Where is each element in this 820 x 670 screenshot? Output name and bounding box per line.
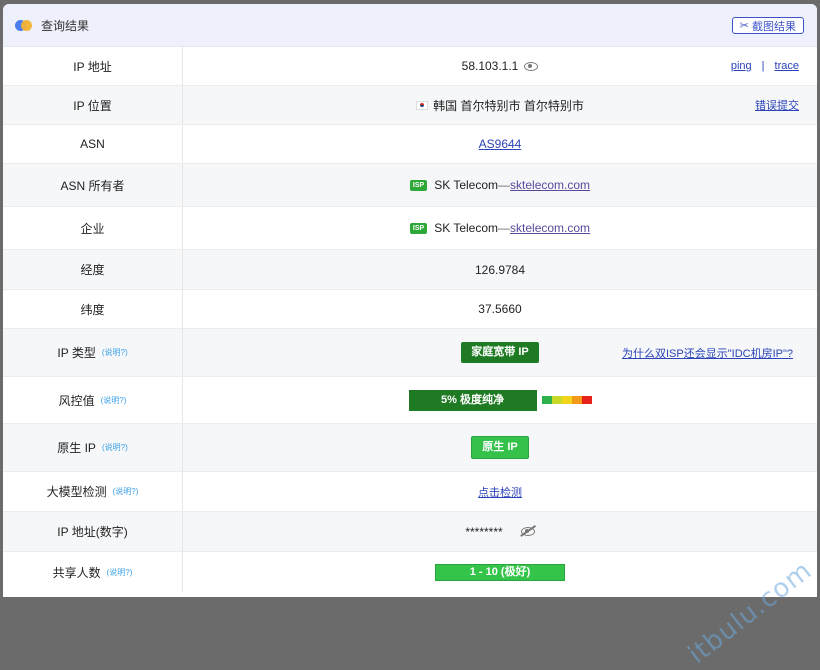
help-link[interactable]: (说明?)	[101, 395, 127, 406]
llm-detect-link[interactable]: 点击检测	[478, 484, 522, 500]
row-llm-detect: 大模型检测 (说明?) 点击检测	[3, 472, 817, 512]
row-label: 纬度	[3, 290, 183, 328]
header-title: 查询结果	[41, 18, 90, 33]
shared-users-badge: 1 - 10 (极好)	[435, 563, 565, 581]
link-separator: |	[761, 60, 765, 72]
row-shared-users: 共享人数 (说明?) 1 - 10 (极好)	[3, 552, 817, 592]
row-label: 风控值	[58, 393, 95, 408]
logo-icon	[15, 18, 33, 32]
scale-segment	[571, 396, 582, 404]
row-latitude: 纬度 37.5660	[3, 290, 817, 329]
dash: —	[498, 178, 511, 192]
ip-value: 58.103.1.1	[461, 59, 519, 73]
row-label: IP 位置	[3, 86, 183, 124]
row-asn-owner: ASN 所有者 ISP SK Telecom — sktelecom.com	[3, 164, 817, 207]
ping-link[interactable]: ping	[731, 60, 752, 72]
trace-link[interactable]: trace	[775, 60, 799, 72]
row-label: 经度	[3, 250, 183, 289]
dash: —	[498, 221, 511, 235]
risk-value: 5% 极度纯净	[408, 389, 537, 411]
screenshot-button-label: 截图结果	[752, 20, 796, 33]
result-header: 查询结果 ✂ 截图结果	[3, 4, 817, 47]
row-label: IP 地址(数字)	[3, 512, 183, 551]
row-label: IP 地址	[3, 47, 183, 85]
help-link[interactable]: (说明?)	[113, 486, 139, 497]
scale-segment	[551, 396, 562, 404]
scale-segment	[561, 396, 572, 404]
row-native-ip: 原生 IP (说明?) 原生 IP	[3, 424, 817, 472]
row-label: ASN 所有者	[3, 164, 183, 206]
eye-off-icon[interactable]	[519, 524, 536, 537]
help-link[interactable]: (说明?)	[107, 567, 133, 578]
korea-flag-icon	[416, 100, 429, 110]
row-company: 企业 ISP SK Telecom — sktelecom.com	[3, 207, 817, 250]
eye-icon[interactable]	[524, 61, 539, 71]
ip-numeric-value: ********	[465, 524, 503, 539]
row-label: 原生 IP	[57, 441, 96, 455]
scale-segment	[541, 396, 552, 404]
help-link[interactable]: (说明?)	[102, 347, 128, 358]
dual-isp-faq-link[interactable]: 为什么双ISP还会显示"IDC机房IP"?	[622, 345, 793, 361]
asn-owner-name: SK Telecom	[434, 178, 499, 192]
scale-segment	[581, 396, 592, 404]
row-asn: ASN AS9644	[3, 125, 817, 164]
ip-type-badge: 家庭宽带 IP	[461, 342, 539, 363]
longitude-value: 126.9784	[474, 262, 526, 277]
row-ip-address: IP 地址 58.103.1.1 ping | trace	[3, 47, 817, 86]
scissors-icon: ✂	[739, 20, 749, 32]
report-error-link[interactable]: 错误提交	[755, 97, 799, 113]
location-value: 韩国 首尔特别市 首尔特别市	[433, 98, 584, 113]
result-card: 查询结果 ✂ 截图结果 IP 地址 58.103.1.1 ping | trac…	[3, 4, 817, 597]
row-label: 共享人数	[52, 565, 101, 580]
row-ip-numeric: IP 地址(数字) ********	[3, 512, 817, 552]
help-link[interactable]: (说明?)	[102, 442, 128, 453]
risk-scale	[541, 396, 592, 404]
native-ip-badge: 原生 IP	[471, 436, 529, 459]
screenshot-button[interactable]: ✂ 截图结果	[731, 17, 804, 34]
row-label: ASN	[3, 125, 183, 163]
row-ip-type: IP 类型 (说明?) 家庭宽带 IP 为什么双ISP还会显示"IDC机房IP"…	[3, 329, 817, 377]
asn-link[interactable]: AS9644	[479, 137, 522, 151]
row-label: 企业	[3, 207, 183, 249]
company-domain-link[interactable]: sktelecom.com	[510, 221, 590, 235]
row-risk-score: 风控值 (说明?) 5% 极度纯净	[3, 377, 817, 424]
row-label: 大模型检测	[46, 485, 107, 499]
asn-owner-domain-link[interactable]: sktelecom.com	[510, 178, 590, 192]
isp-badge: ISP	[409, 222, 428, 234]
row-label: IP 类型	[57, 346, 96, 360]
row-ip-location: IP 位置 韩国 首尔特别市 首尔特别市 错误提交	[3, 86, 817, 125]
latitude-value: 37.5660	[478, 302, 522, 316]
risk-meter: 5% 极度纯净	[408, 389, 592, 411]
isp-badge: ISP	[409, 179, 428, 191]
company-name: SK Telecom	[434, 221, 499, 235]
row-longitude: 经度 126.9784	[3, 250, 817, 290]
